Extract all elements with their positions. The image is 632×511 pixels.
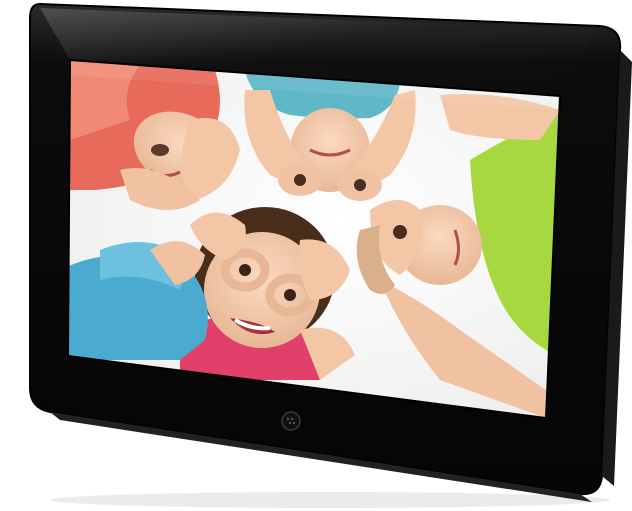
speaker-grille-icon [281, 411, 301, 431]
photo-frame-illustration [29, 2, 632, 508]
product-photo [0, 0, 632, 511]
